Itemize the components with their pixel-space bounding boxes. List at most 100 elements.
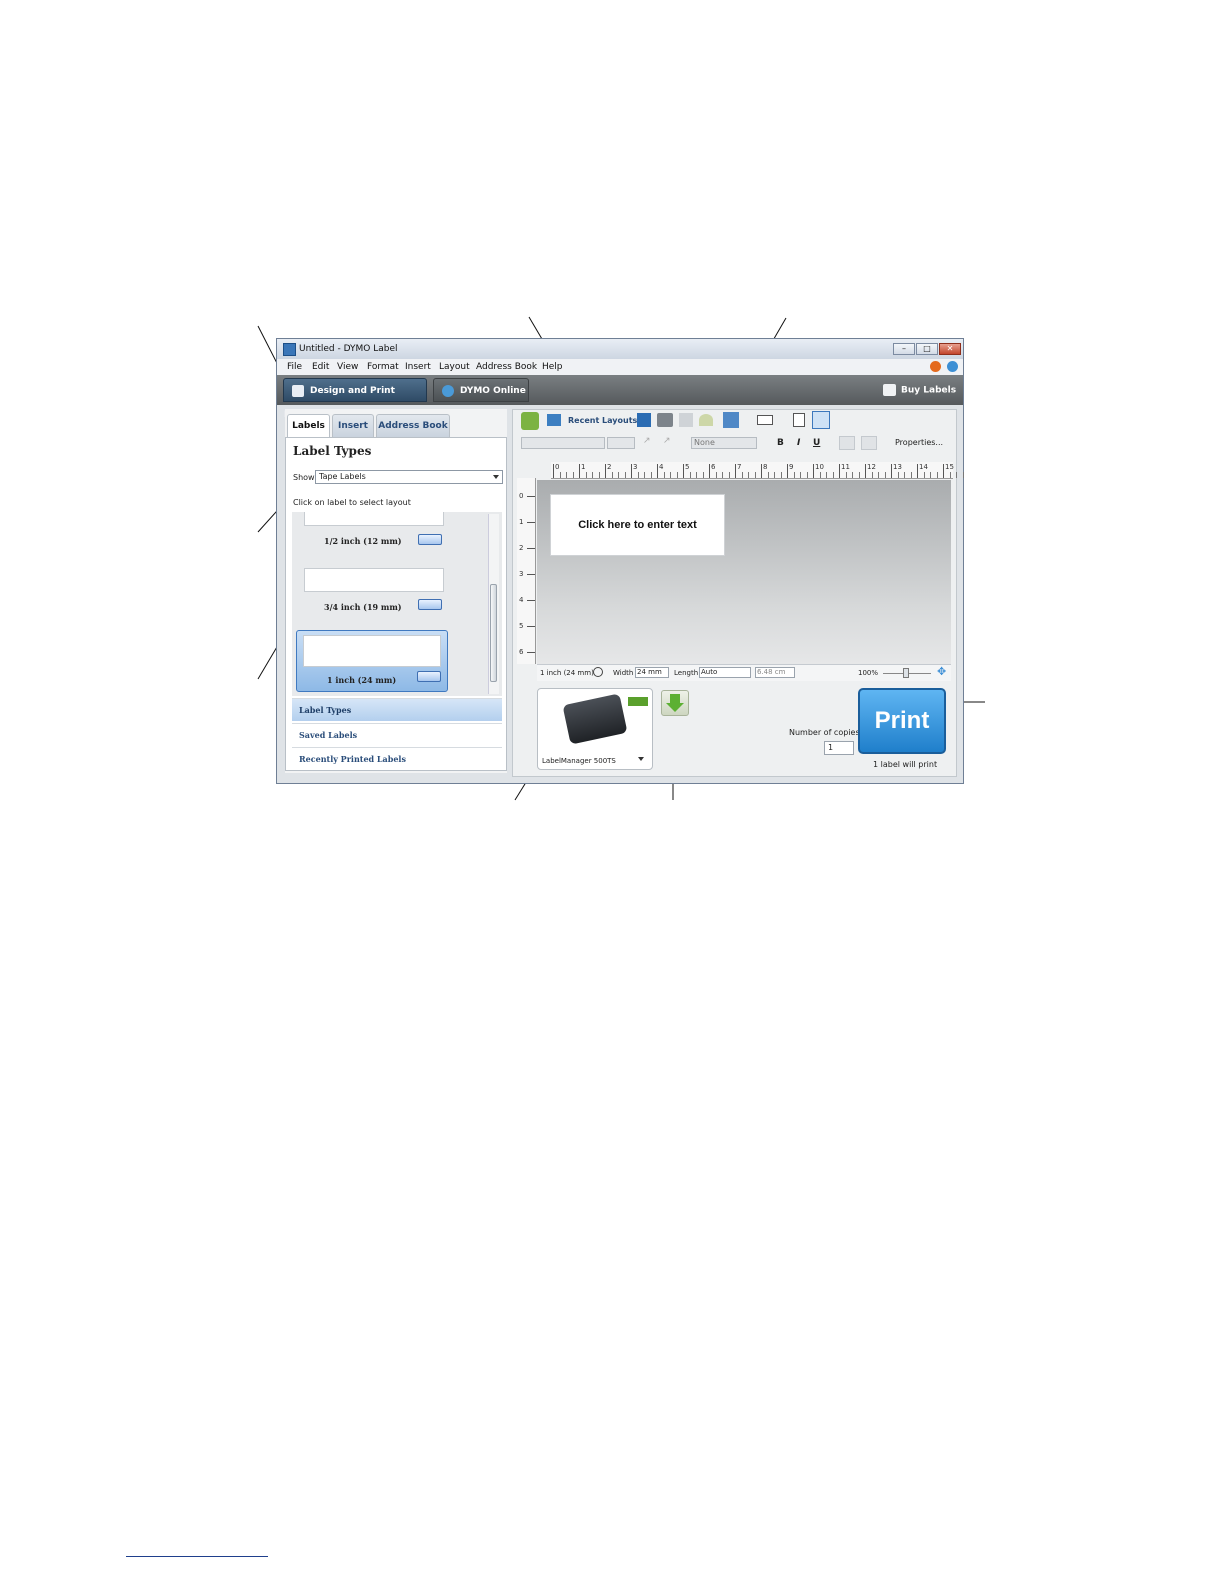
nav-recently-printed[interactable]: Recently Printed Labels xyxy=(292,747,502,770)
ruler-tick-label: 6 xyxy=(519,648,524,656)
minimize-button[interactable]: – xyxy=(893,343,915,355)
ruler-minor-tick xyxy=(774,472,775,478)
ruler-tick-label: 11 xyxy=(841,463,850,471)
menu-insert[interactable]: Insert xyxy=(405,362,431,372)
tab-design-and-print[interactable]: Design and Print Labels xyxy=(283,378,427,420)
fit-to-window-icon[interactable]: ✥ xyxy=(937,666,949,678)
ruler-minor-tick xyxy=(728,472,730,478)
ruler-tick xyxy=(865,464,866,478)
tape-preview-12mm[interactable] xyxy=(304,512,444,526)
ruler-minor-tick xyxy=(754,472,756,478)
ruler-tick-label: 9 xyxy=(789,463,794,471)
title-bar: Untitled - DYMO Label – □ ✕ xyxy=(277,339,963,359)
frame-style-select[interactable]: None xyxy=(691,437,757,449)
ruler-tick xyxy=(527,496,535,497)
tab-dymo-online[interactable]: DYMO Online xyxy=(433,378,529,402)
close-button[interactable]: ✕ xyxy=(939,343,961,355)
nav-saved-labels[interactable]: Saved Labels xyxy=(292,723,502,746)
save-icon[interactable] xyxy=(637,413,651,427)
info-icon[interactable] xyxy=(930,361,941,372)
menu-help[interactable]: Help xyxy=(542,362,563,372)
italic-button[interactable]: I xyxy=(797,438,800,448)
align-left-icon[interactable] xyxy=(839,436,855,450)
menu-edit[interactable]: Edit xyxy=(312,362,329,372)
properties-button[interactable]: Properties... xyxy=(895,438,943,447)
vertical-ruler: 0 1 2 3 4 5 6 xyxy=(517,478,536,664)
chevron-down-icon[interactable] xyxy=(638,757,644,761)
shrink-font-icon[interactable]: ↗ xyxy=(663,436,673,448)
bold-button[interactable]: B xyxy=(777,438,784,448)
zoom-level: 100% xyxy=(858,669,879,677)
nav-label-types[interactable]: Label Types xyxy=(292,698,502,721)
label-item-19mm[interactable]: 3/4 inch (19 mm) xyxy=(324,602,402,612)
paste-icon[interactable] xyxy=(679,413,693,427)
ruler-tick xyxy=(527,522,535,523)
ruler-minor-tick xyxy=(670,472,671,478)
tab-insert[interactable]: Insert xyxy=(332,414,374,437)
label-item-12mm[interactable]: 1/2 inch (12 mm) xyxy=(324,536,402,546)
ruler-tick-label: 2 xyxy=(519,544,524,552)
label-printer-image xyxy=(562,693,628,745)
show-label: Show xyxy=(293,473,315,482)
new-label-icon[interactable] xyxy=(521,412,539,430)
info-circle-icon[interactable] xyxy=(593,667,603,677)
scrollbar-thumb[interactable] xyxy=(490,584,497,682)
ruler-tick-label: 3 xyxy=(633,463,638,471)
menu-address-book[interactable]: Address Book xyxy=(476,362,537,372)
label-outline-icon[interactable] xyxy=(757,415,773,425)
ruler-minor-tick xyxy=(800,472,801,478)
ruler-tick xyxy=(761,464,762,478)
printer-selector[interactable]: LabelManager 500TS xyxy=(537,688,653,770)
ruler-tick xyxy=(527,626,535,627)
ruler-tick xyxy=(579,464,580,478)
text-frame-icon[interactable] xyxy=(812,411,830,429)
length-value: Auto xyxy=(701,668,718,676)
tape-preview-24mm xyxy=(303,635,441,667)
print-icon[interactable] xyxy=(657,413,673,427)
menu-layout[interactable]: Layout xyxy=(439,362,470,372)
label-item-24mm-selected[interactable]: 1 inch (24 mm) xyxy=(296,630,448,692)
grow-font-icon[interactable]: ↗ xyxy=(643,436,653,448)
undo-icon[interactable] xyxy=(699,414,713,426)
ruler-tick xyxy=(553,464,554,478)
align-center-icon[interactable] xyxy=(861,436,877,450)
font-family-select[interactable] xyxy=(521,437,605,449)
text-box-icon[interactable] xyxy=(793,413,805,427)
font-size-select[interactable] xyxy=(607,437,635,449)
ruler-tick-label: 3 xyxy=(519,570,524,578)
label-text-box[interactable]: Click here to enter text xyxy=(550,494,725,556)
maximize-button[interactable]: □ xyxy=(916,343,938,355)
recent-layouts-button[interactable]: Recent Layouts xyxy=(568,416,637,425)
width-select[interactable]: 24 mm xyxy=(635,667,669,678)
ruler-minor-tick xyxy=(722,472,723,478)
menu-format[interactable]: Format xyxy=(367,362,399,372)
ruler-tick-label: 14 xyxy=(919,463,928,471)
length-stepper[interactable]: 6.48 cm xyxy=(755,667,795,678)
buy-labels-button[interactable]: Buy Labels xyxy=(883,384,956,396)
ruler-tick-label: 4 xyxy=(659,463,664,471)
tab-address-book[interactable]: Address Book xyxy=(376,414,450,437)
menu-view[interactable]: View xyxy=(337,362,358,372)
zoom-slider-handle[interactable] xyxy=(903,668,909,678)
copies-stepper[interactable]: 1 xyxy=(824,741,854,755)
update-icon[interactable] xyxy=(947,361,958,372)
menu-file[interactable]: File xyxy=(287,362,302,372)
ruler-minor-tick xyxy=(644,472,645,478)
ruler-tick xyxy=(839,464,840,478)
ruler-tick xyxy=(709,464,710,478)
length-select[interactable]: Auto xyxy=(699,667,751,678)
ruler-minor-tick xyxy=(806,472,808,478)
ruler-tick-label: 0 xyxy=(519,492,524,500)
tape-preview-19mm[interactable] xyxy=(304,568,444,592)
tab-labels[interactable]: Labels xyxy=(287,414,330,438)
label-type-select-value: Tape Labels xyxy=(319,472,366,481)
download-to-printer-button[interactable] xyxy=(661,690,689,716)
tab-online-label: DYMO Online xyxy=(460,386,526,396)
ruler-minor-tick xyxy=(832,472,834,478)
print-button[interactable]: Print xyxy=(858,688,946,754)
labels-pane: Label Types Show Tape Labels Click on la… xyxy=(285,437,507,771)
ruler-minor-tick xyxy=(904,472,905,478)
label-type-select[interactable]: Tape Labels xyxy=(315,470,503,484)
print-preview-icon[interactable] xyxy=(723,412,739,428)
underline-button[interactable]: U xyxy=(813,438,820,448)
